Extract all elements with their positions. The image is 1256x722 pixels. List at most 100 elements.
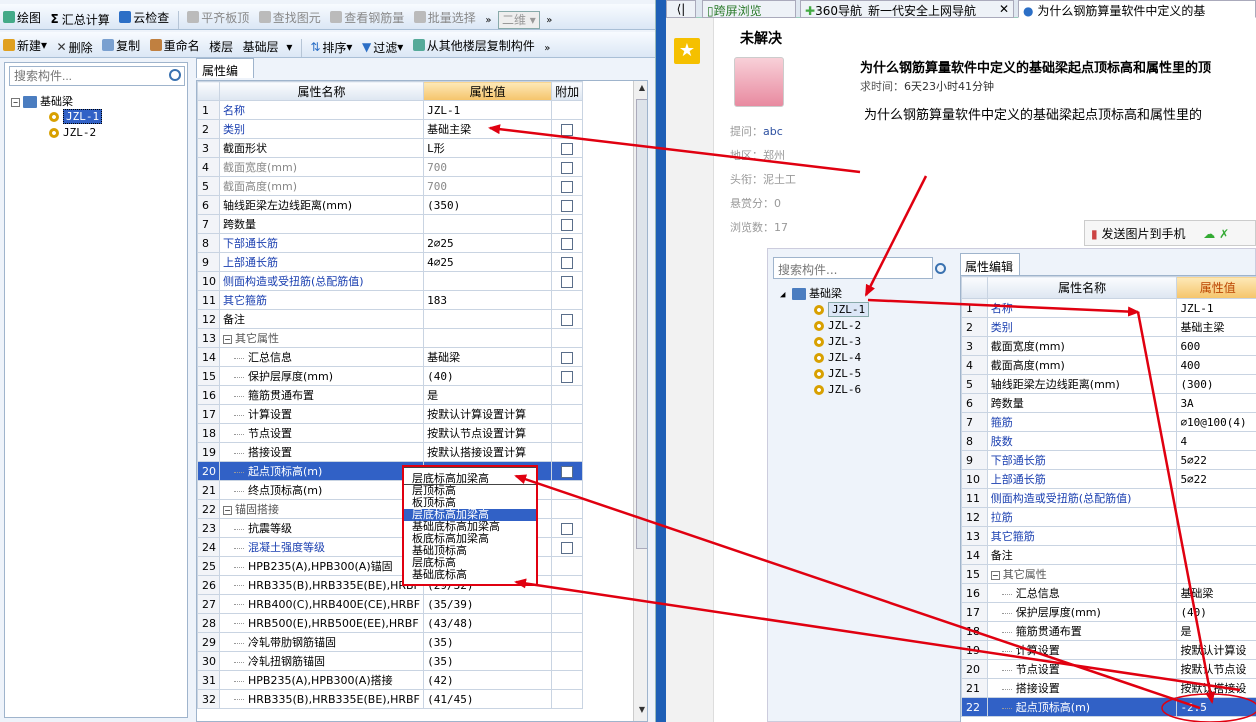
extra-checkbox[interactable] bbox=[561, 541, 574, 554]
property-row[interactable]: 3 截面形状 L形 bbox=[197, 138, 584, 158]
batch-select-button[interactable]: 批量选择 bbox=[411, 5, 479, 29]
collapse-icon[interactable]: − bbox=[11, 97, 20, 107]
property-row[interactable]: 6 轴线距梁左边线距离(mm) (350) bbox=[197, 195, 584, 215]
scroll-down-icon[interactable]: ▼ bbox=[636, 705, 647, 717]
property-scrollbar[interactable]: ▲ ▼ bbox=[633, 81, 647, 721]
property-row[interactable]: 30 冷轧扭钢筋锚固 (35) bbox=[197, 651, 584, 671]
property-value[interactable]: 基础主梁 bbox=[423, 119, 553, 139]
sort-button[interactable]: ⇅ 排序 ▾ bbox=[307, 35, 355, 59]
dropdown-option[interactable]: 基础底标高 bbox=[404, 569, 536, 581]
view-mode-select[interactable]: 二维 ▾ bbox=[497, 11, 540, 29]
copy-button[interactable]: 复制 bbox=[99, 33, 143, 57]
property-row[interactable]: 10 侧面构造或受扭筋(总配筋值) bbox=[197, 271, 584, 291]
scroll-thumb[interactable] bbox=[636, 99, 647, 549]
property-value[interactable] bbox=[423, 271, 553, 291]
property-value[interactable]: 按默认搭接设置计算 bbox=[423, 442, 553, 462]
find-element-button[interactable]: 查找图元 bbox=[256, 5, 324, 29]
search-icon[interactable] bbox=[169, 69, 181, 81]
avatar[interactable] bbox=[734, 57, 784, 107]
tab-active-question[interactable]: ● 为什么钢筋算量软件中定义的基 bbox=[1018, 0, 1256, 18]
property-row[interactable]: 5 截面高度(mm) 700 bbox=[197, 176, 584, 196]
property-value[interactable]: 183 bbox=[423, 290, 553, 310]
tab-property-edit[interactable]: 属性编辑 bbox=[196, 58, 254, 95]
star-icon[interactable]: ★ bbox=[674, 38, 700, 64]
cloud-icon[interactable]: ☁ bbox=[1203, 227, 1215, 241]
property-row[interactable]: 4 截面宽度(mm) 700 bbox=[197, 157, 584, 177]
extra-checkbox[interactable] bbox=[561, 142, 574, 155]
toolbar-overflow-button-2[interactable]: » bbox=[543, 9, 555, 33]
extra-checkbox[interactable] bbox=[561, 370, 574, 383]
property-row[interactable]: 14 汇总信息 基础梁 bbox=[197, 347, 584, 367]
collapse-icon[interactable]: − bbox=[223, 505, 232, 515]
tree-item-jzl-1[interactable]: JZL-1 bbox=[49, 109, 103, 124]
tab-360-nav[interactable]: ✚360导航_新一代安全上网导航 ✕ bbox=[800, 0, 1014, 18]
property-row[interactable]: 11 其它箍筋 183 bbox=[197, 290, 584, 310]
property-row[interactable]: 12 备注 bbox=[197, 309, 584, 329]
elevation-dropdown-list[interactable]: 层顶标高 板顶标高 层底标高加梁高 基础底标高加梁高 板底标高加梁高 基础顶标高 层底标高基… bbox=[403, 484, 537, 586]
asker-value[interactable]: abc bbox=[763, 125, 783, 138]
close-icon[interactable]: ✕ bbox=[999, 2, 1009, 16]
property-value[interactable]: (35/39) bbox=[423, 594, 553, 614]
extra-checkbox[interactable] bbox=[561, 256, 574, 269]
scroll-up-icon[interactable]: ▲ bbox=[636, 83, 647, 95]
new-button[interactable]: 新建 ▾ bbox=[0, 33, 50, 57]
property-value[interactable]: 是 bbox=[423, 385, 553, 405]
property-value[interactable]: 4⌀25 bbox=[423, 252, 553, 272]
tab-cross-screen[interactable]: ▯跨屏浏览 bbox=[702, 0, 796, 18]
property-value[interactable]: (42) bbox=[423, 670, 553, 690]
property-row[interactable]: 29 冷轧带肋钢筋锚固 (35) bbox=[197, 632, 584, 652]
property-value[interactable]: 基础梁 bbox=[423, 347, 553, 367]
extra-checkbox[interactable] bbox=[561, 313, 574, 326]
toolbar-overflow-button-3[interactable]: » bbox=[541, 37, 553, 61]
property-value[interactable]: JZL-1 bbox=[423, 100, 553, 120]
delete-button[interactable]: ✕ 删除 bbox=[54, 35, 96, 59]
property-value[interactable]: (35) bbox=[423, 632, 553, 652]
property-value[interactable]: 700 bbox=[423, 176, 553, 196]
floor-select[interactable]: 基础层 ▾ bbox=[240, 39, 296, 57]
copy-from-floor-button[interactable]: 从其他楼层复制构件 bbox=[410, 33, 538, 57]
tree-item-jzl-2[interactable]: JZL-2 bbox=[49, 126, 96, 139]
property-row[interactable]: 18 节点设置 按默认节点设置计算 bbox=[197, 423, 584, 443]
extra-checkbox[interactable] bbox=[561, 123, 574, 136]
extra-checkbox[interactable] bbox=[561, 351, 574, 364]
property-row[interactable]: 8 下部通长筋 2⌀25 bbox=[197, 233, 584, 253]
property-row[interactable]: 31 HPB235(A),HPB300(A)搭接 (42) bbox=[197, 670, 584, 690]
property-value[interactable] bbox=[423, 214, 553, 234]
property-row[interactable]: 13− 其它属性 bbox=[197, 328, 584, 348]
property-row[interactable]: 1 名称 JZL-1 bbox=[197, 100, 584, 120]
back-button[interactable]: ⟨| bbox=[666, 0, 696, 18]
property-row[interactable]: 27 HRB400(C),HRB400E(CE),HRBF (35/39) bbox=[197, 594, 584, 614]
extra-checkbox[interactable] bbox=[561, 275, 574, 288]
property-row[interactable]: 16 箍筋贯通布置 是 bbox=[197, 385, 584, 405]
property-row[interactable]: 9 上部通长筋 4⌀25 bbox=[197, 252, 584, 272]
property-value[interactable]: 按默认计算设置计算 bbox=[423, 404, 553, 424]
property-value[interactable]: (43/48) bbox=[423, 613, 553, 633]
elevation-dropdown-input[interactable]: 层底标高加梁高 bbox=[403, 467, 537, 485]
property-value[interactable]: (350) bbox=[423, 195, 553, 215]
rename-button[interactable]: 重命名 bbox=[147, 33, 203, 57]
property-value[interactable]: 700 bbox=[423, 157, 553, 177]
extra-checkbox[interactable] bbox=[561, 237, 574, 250]
filter-button[interactable]: ▼ 过滤 ▾ bbox=[359, 35, 406, 59]
extra-checkbox[interactable] bbox=[561, 522, 574, 535]
flush-slab-button[interactable]: 平齐板顶 bbox=[184, 5, 252, 29]
view-rebar-button[interactable]: 查看钢筋量 bbox=[327, 5, 407, 29]
property-value[interactable]: 2⌀25 bbox=[423, 233, 553, 253]
cloud-check-button[interactable]: 云检查 bbox=[116, 5, 172, 29]
property-value[interactable] bbox=[423, 309, 553, 329]
component-search-input[interactable] bbox=[9, 66, 185, 86]
extra-checkbox[interactable] bbox=[561, 180, 574, 193]
property-row[interactable]: 17 计算设置 按默认计算设置计算 bbox=[197, 404, 584, 424]
property-row[interactable]: 7 跨数量 bbox=[197, 214, 584, 234]
sum-calc-button[interactable]: Σ 汇总计算 bbox=[48, 7, 113, 31]
draw-button[interactable]: 绘图 bbox=[0, 5, 44, 29]
property-row[interactable]: 32 HRB335(B),HRB335E(BE),HRBF (41/45) bbox=[197, 689, 584, 709]
property-value[interactable]: (35) bbox=[423, 651, 553, 671]
extra-checkbox[interactable] bbox=[561, 199, 574, 212]
property-value[interactable] bbox=[423, 328, 553, 348]
tree-root[interactable]: − 基础梁 bbox=[11, 93, 73, 109]
property-value[interactable]: (41/45) bbox=[423, 689, 553, 709]
share-icon[interactable]: ✗ bbox=[1219, 227, 1229, 241]
extra-checkbox[interactable] bbox=[561, 465, 574, 478]
property-row[interactable]: 2 类别 基础主梁 bbox=[197, 119, 584, 139]
